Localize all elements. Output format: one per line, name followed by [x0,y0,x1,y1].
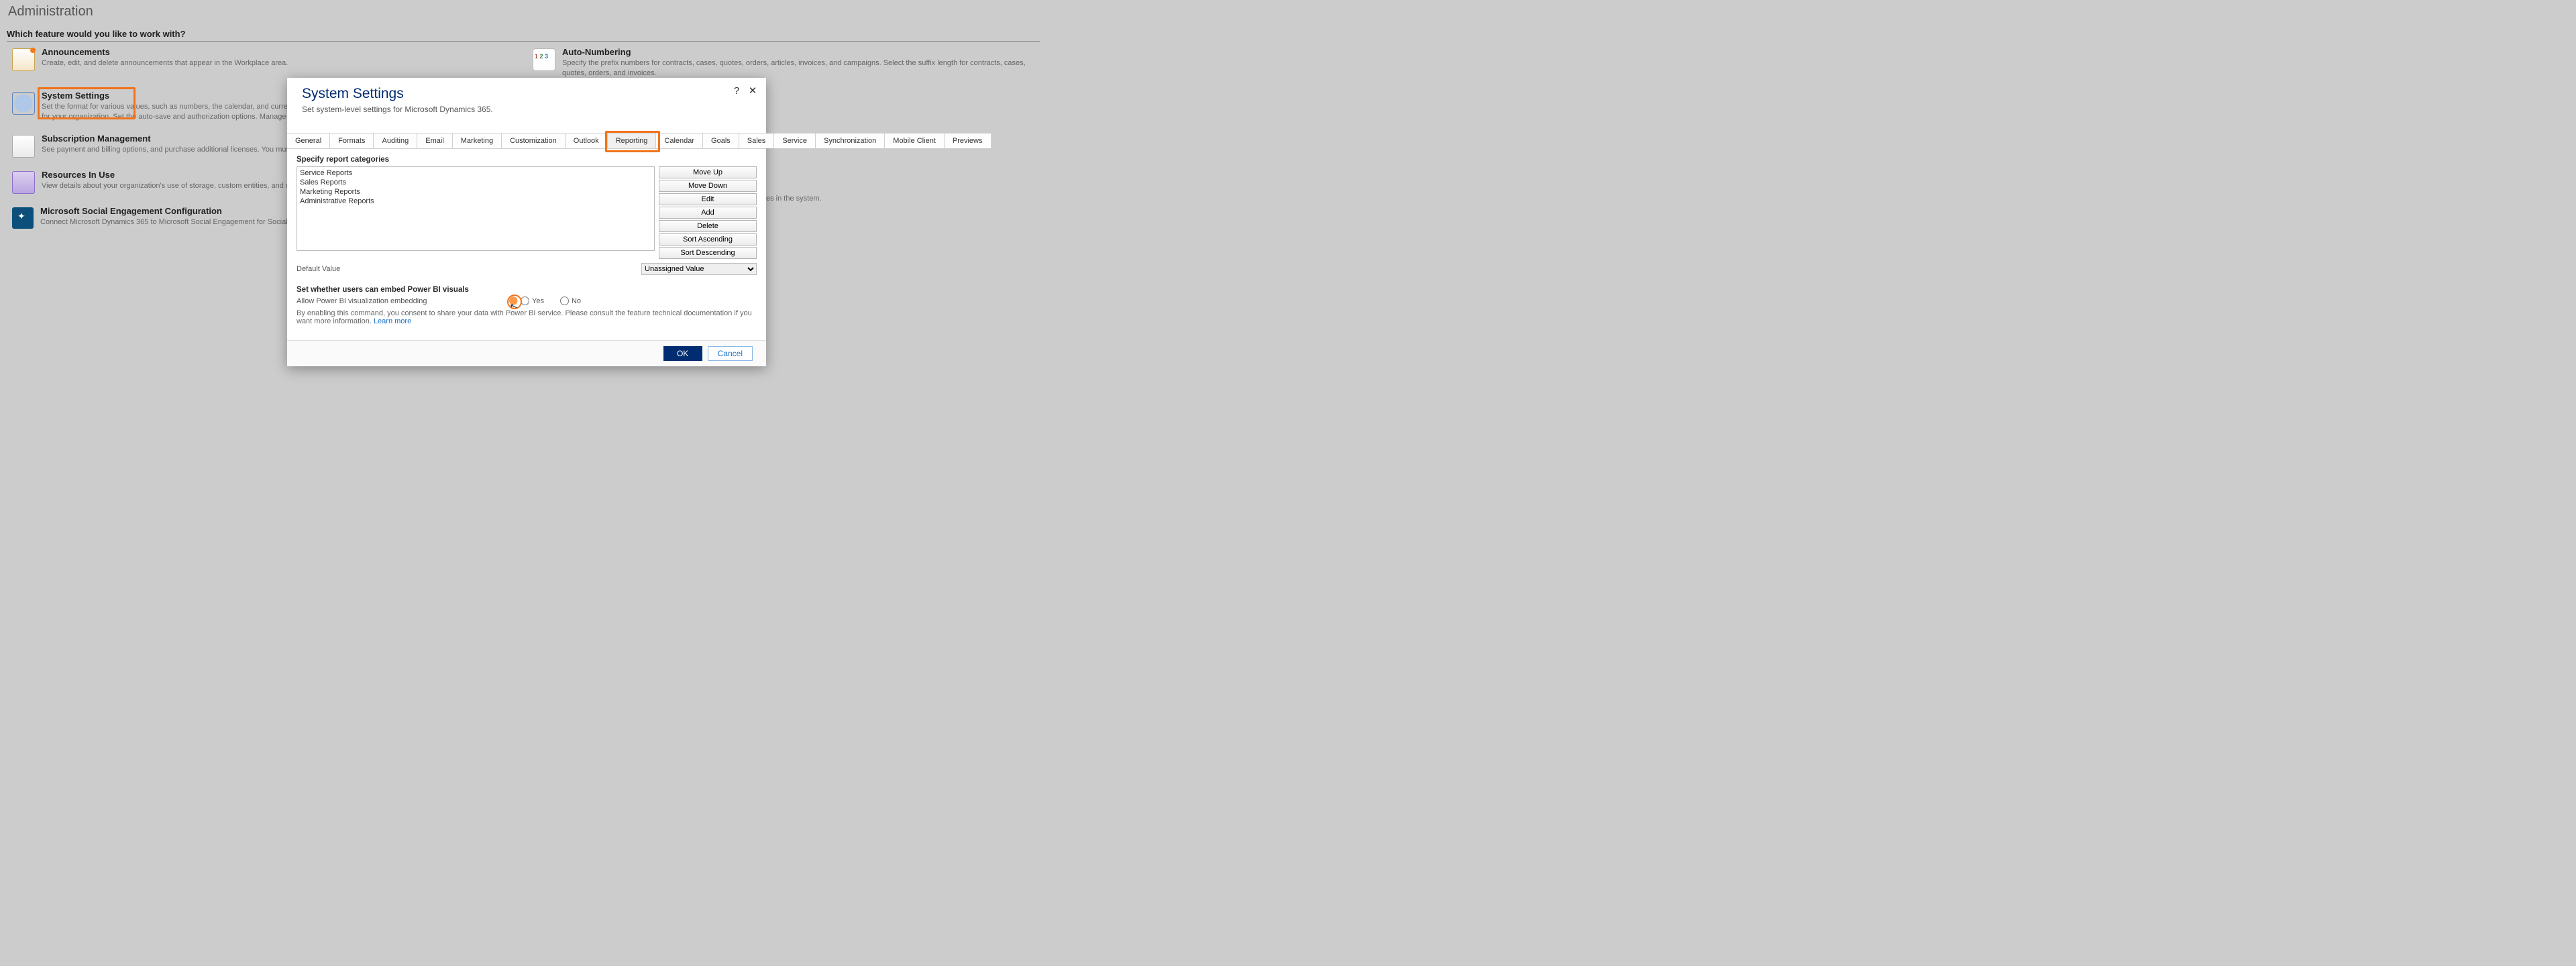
radio-no-input[interactable] [560,297,569,305]
tab-previews[interactable]: Previews [945,133,991,148]
report-category-item[interactable]: Sales Reports [300,178,651,187]
edit-button[interactable]: Edit [659,193,757,205]
tab-synchronization[interactable]: Synchronization [816,133,885,148]
tab-auditing[interactable]: Auditing [374,133,417,148]
report-categories-buttons: Move Up Move DownEdit AddDeleteSort Ascend… [659,166,757,259]
tab-general[interactable]: General [287,133,330,148]
delete-button[interactable]: Delete [659,220,757,232]
consent-text: By enabling this command, you consent to… [297,309,757,325]
announcements-icon [12,48,35,71]
clipped-desc-tail: es in the system. [766,195,822,203]
social-icon [12,207,34,229]
dialog-title: System Settings [302,86,754,102]
tab-service[interactable]: Service [774,133,816,148]
move-down-button[interactable]: Move Down [659,180,757,192]
embed-heading: Set whether users can embed Power BI vis… [297,286,757,294]
dialog-tabbar: GeneralFormatsAuditingEmailMarketingCust… [287,133,766,149]
cursor-highlight-icon [507,294,522,309]
sort-descending-button[interactable]: Sort Descending [659,247,757,259]
default-value-label: Default Value [297,265,340,273]
tab-email[interactable]: Email [417,133,453,148]
radio-no[interactable]: No [560,297,581,305]
feature-auto-numbering[interactable]: Auto-Numbering Specify the prefix number… [533,47,1040,78]
report-category-item[interactable]: Service Reports [300,168,651,178]
dialog-header: System Settings Set system-level setting… [287,78,766,118]
radio-yes-input[interactable] [521,297,529,305]
default-value-select[interactable]: Unassigned Value [641,263,757,275]
cancel-button[interactable]: Cancel [708,346,753,361]
dialog-footer: OK Cancel [287,340,766,366]
consent-text-body: By enabling this command, you consent to… [297,309,752,325]
feature-announcements[interactable]: Announcements Create, edit, and delete a… [12,47,519,78]
tab-customization[interactable]: Customization [502,133,566,148]
radio-yes[interactable]: Yes [521,297,544,305]
learn-more-link[interactable]: Learn more [374,317,411,325]
tab-mobile-client[interactable]: Mobile Client [885,133,945,148]
report-category-item[interactable]: Administrative Reports [300,197,651,206]
feature-title: Auto-Numbering [562,47,1040,57]
tab-calendar[interactable]: Calendar [656,133,703,148]
tab-sales[interactable]: Sales [739,133,775,148]
resources-icon [12,171,35,194]
report-categories-list[interactable]: Service ReportsSales ReportsMarketing Re… [297,166,655,251]
help-icon[interactable]: ? [731,86,742,96]
dialog-body: Specify report categories Service Report… [287,149,766,340]
system-settings-icon [12,92,35,115]
ok-button[interactable]: OK [663,346,702,361]
subscription-icon [12,135,35,158]
feature-desc: Create, edit, and delete announcements t… [42,58,519,68]
tab-marketing[interactable]: Marketing [453,133,502,148]
add-button[interactable]: Add [659,207,757,219]
dialog-subtitle: Set system-level settings for Microsoft … [302,105,754,114]
radio-yes-label: Yes [532,297,544,305]
report-categories-label: Specify report categories [297,156,757,164]
feature-desc: Specify the prefix numbers for contracts… [562,58,1040,78]
feature-title: Announcements [42,47,519,57]
embed-label: Allow Power BI visualization embedding [297,297,504,305]
move-up-button[interactable]: Move Up [659,166,757,178]
radio-no-label: No [572,297,581,305]
tab-reporting[interactable]: Reporting [608,133,657,148]
page-subtitle: Which feature would you like to work wit… [7,29,1040,42]
close-icon[interactable]: ✕ [747,86,758,96]
tab-formats[interactable]: Formats [330,133,374,148]
report-category-item[interactable]: Marketing Reports [300,187,651,197]
system-settings-dialog: System Settings Set system-level setting… [287,78,766,366]
auto-numbering-icon [533,48,555,71]
sort-ascending-button[interactable]: Sort Ascending [659,233,757,246]
tab-goals[interactable]: Goals [703,133,739,148]
tab-outlook[interactable]: Outlook [566,133,608,148]
page-title: Administration [8,4,1040,19]
